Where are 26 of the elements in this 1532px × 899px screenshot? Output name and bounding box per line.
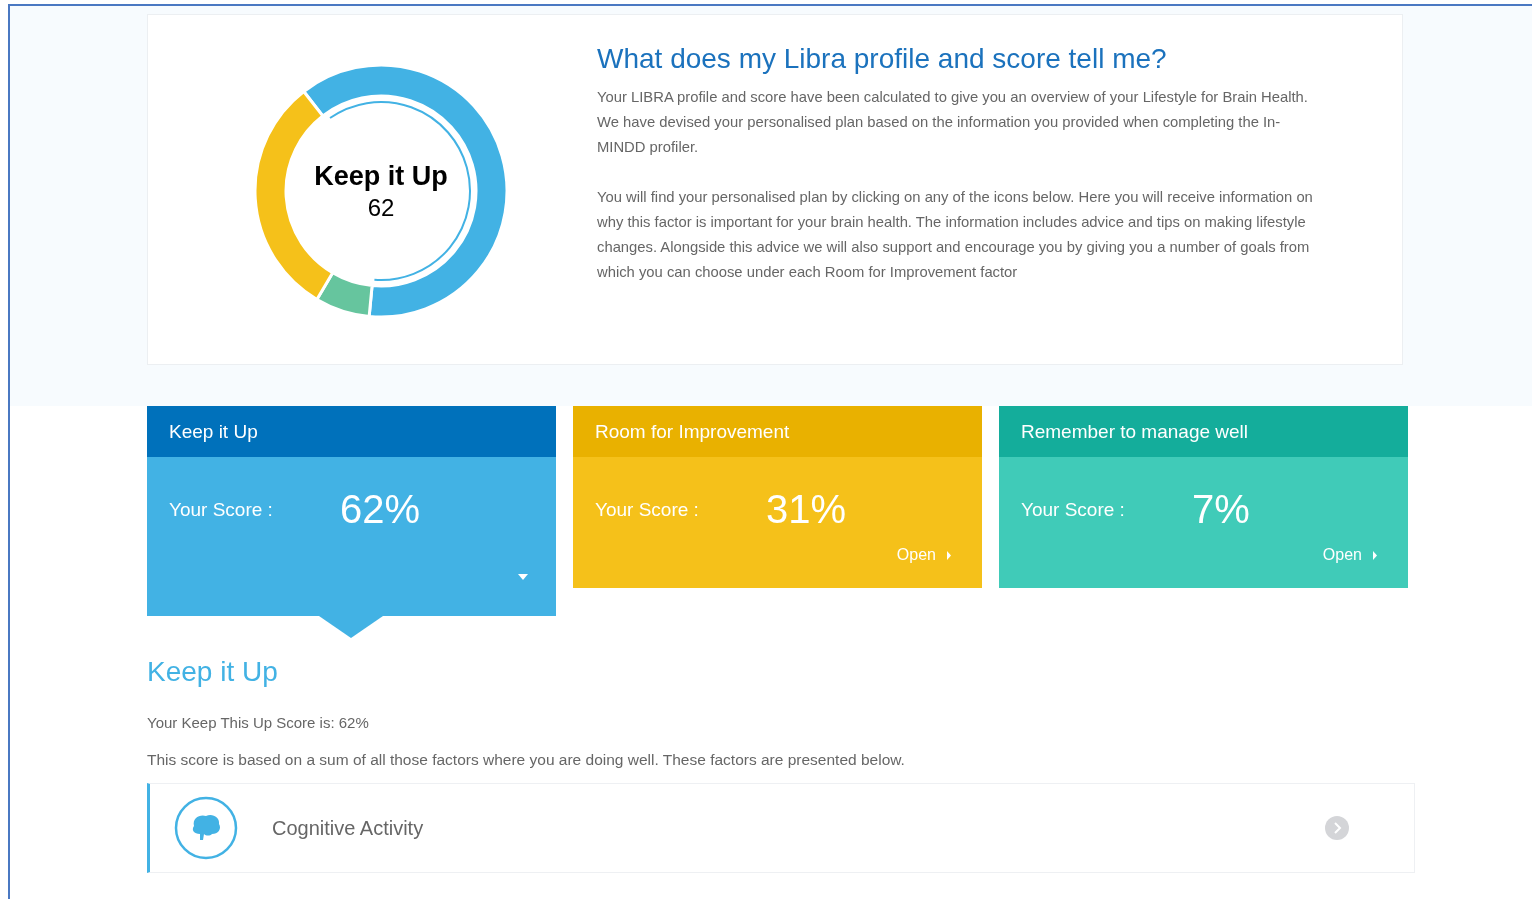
chevron-right-icon[interactable]: [1324, 815, 1350, 841]
score-text: Your Keep This Up Score is: 62%: [147, 714, 370, 731]
section-heading: Keep it Up: [147, 656, 279, 688]
score-value: 31%: [766, 487, 847, 532]
chart-center-label: Keep it Up: [314, 161, 448, 192]
summary-title: What does my Libra profile and score tell me?: [597, 43, 1168, 75]
chart-center-value: 62: [366, 194, 396, 222]
brain-icon: [174, 796, 238, 860]
score-value: 7%: [1192, 487, 1250, 532]
score-value: 62%: [340, 487, 421, 532]
caret-right-icon: [946, 550, 952, 560]
open-link[interactable]: Open: [1322, 546, 1378, 564]
score-label: Your Score :: [169, 498, 274, 521]
summary-paragraph: You will find your personalised plan by clicking on any of the icons below. Here you will receive information on why this factor is important for your brain health. The information includes advice and tips on making lifestyle changes. Alongside this advice we will also support and encourage you by giving you a number of goals from which you can choose under each Room for Improvement factor: [597, 188, 1314, 282]
summary-paragraph: Your LIBRA profile and score have been calculated to give you an overview of your Lifestyle for Brain Health. We have devised your personalised plan based on the information you provided when completing the In-MINDD profiler.: [597, 88, 1309, 157]
factor-item[interactable]: Cognitive Activity: [147, 783, 1415, 873]
description-text: This score is based on a sum of all those factors where you are doing well. These factors are presented below.: [147, 751, 906, 769]
card-header[interactable]: Remember to manage well: [999, 406, 1408, 457]
open-link[interactable]: Open: [896, 546, 952, 564]
caret-down-icon[interactable]: [518, 574, 528, 580]
score-label: Your Score :: [595, 498, 700, 521]
factor-name: Cognitive Activity: [272, 816, 425, 840]
card-header[interactable]: Room for Improvement: [573, 406, 982, 457]
score-label: Your Score :: [1021, 498, 1126, 521]
card-header[interactable]: Keep it Up: [147, 406, 556, 457]
caret-right-icon: [1372, 550, 1378, 560]
